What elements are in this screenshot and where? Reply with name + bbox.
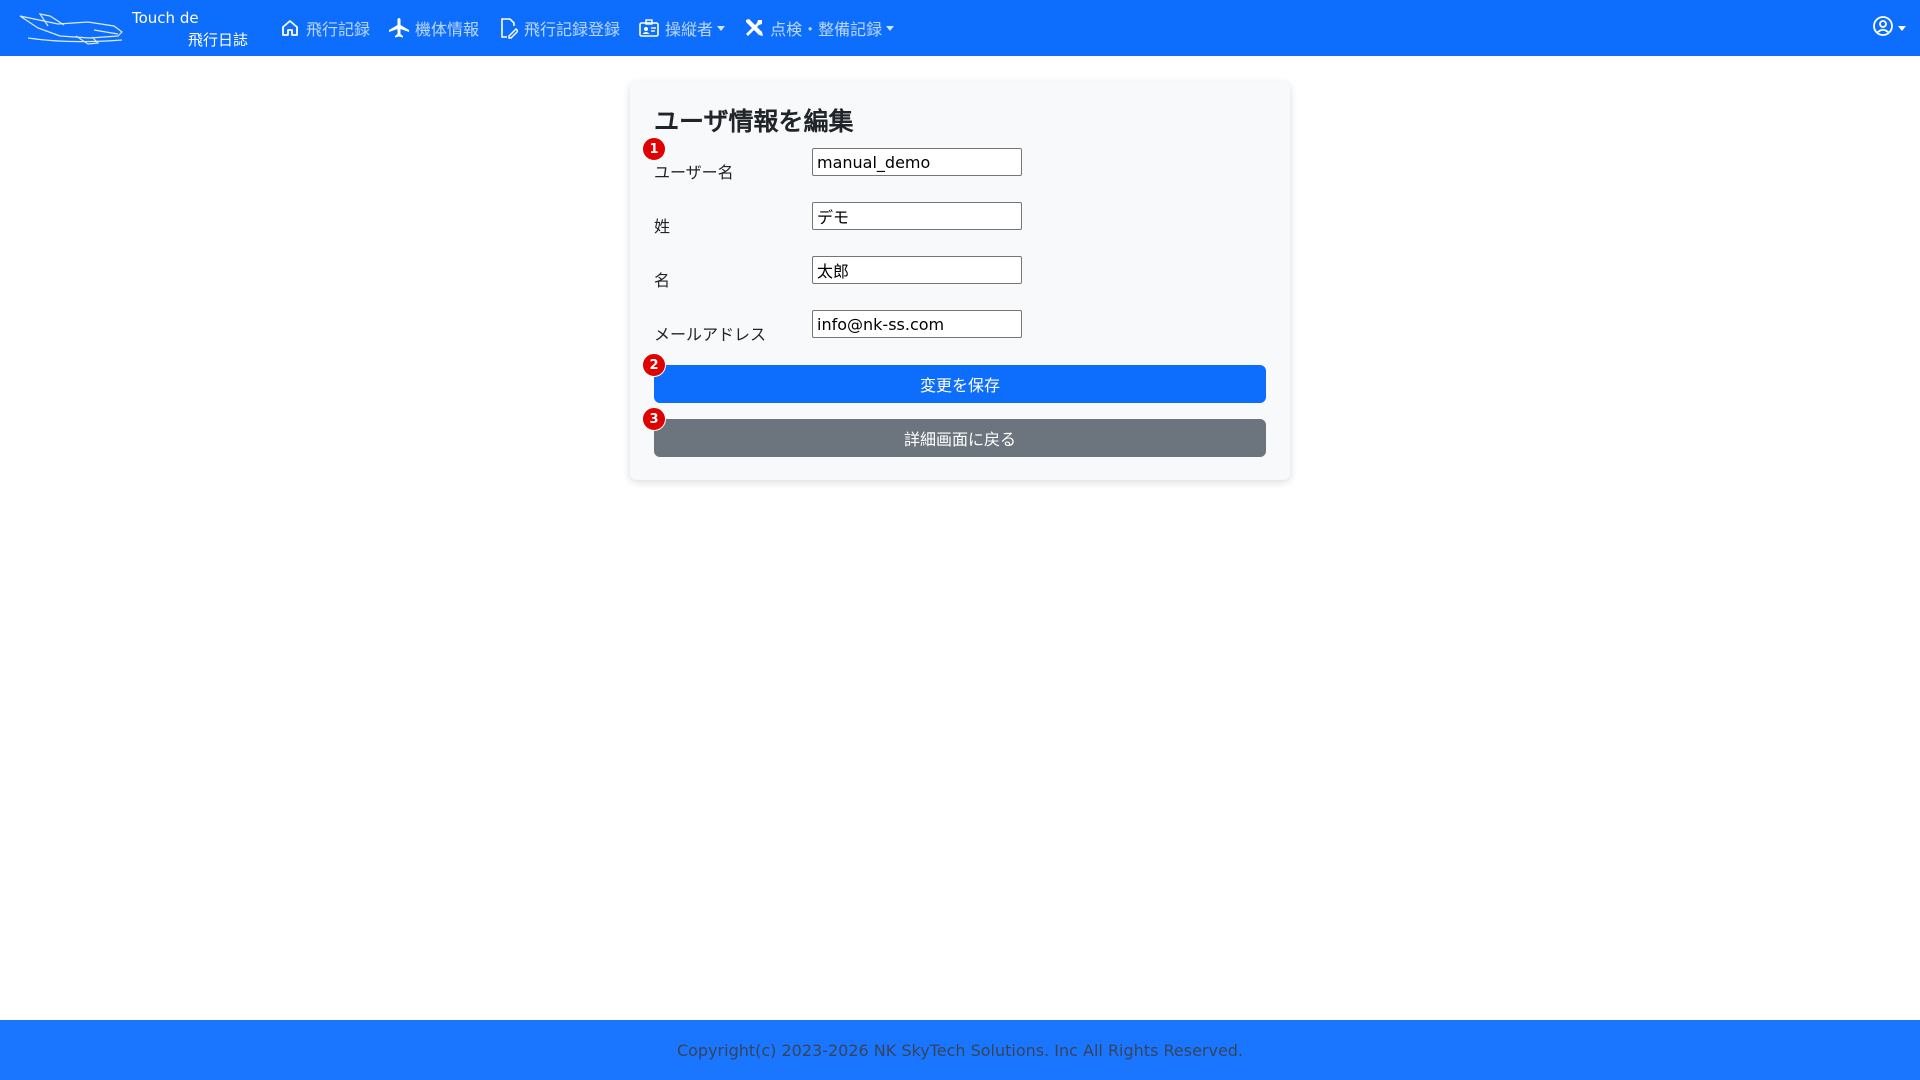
form-row-username: ユーザー名 <box>654 148 1266 182</box>
username-input[interactable] <box>812 148 1022 176</box>
airplane-logo-icon <box>19 13 123 45</box>
nav-item-label: 飛行記録 <box>306 20 371 39</box>
save-changes-button[interactable]: 変更を保存 <box>654 365 1266 403</box>
username-label: ユーザー名 <box>654 163 734 182</box>
nav-item-flight-record-register[interactable]: 飛行記録登録 <box>488 0 629 56</box>
first-name-label: 名 <box>654 271 671 290</box>
nav-item-flight-records[interactable]: 飛行記録 <box>270 0 379 56</box>
back-to-details-button[interactable]: 詳細画面に戻る <box>654 419 1266 457</box>
user-circle-icon <box>1872 15 1894 41</box>
form-row-last-name: 姓 <box>654 202 1266 236</box>
annotation-badge-1: 1 <box>642 137 666 161</box>
nav-item-label: 点検・整備記録 <box>770 20 883 39</box>
last-name-label: 姓 <box>654 217 671 236</box>
chevron-down-icon <box>886 25 895 31</box>
email-label: メールアドレス <box>654 325 767 344</box>
email-input[interactable] <box>812 310 1022 338</box>
brand-logo[interactable]: Touch de 飛行日誌 <box>18 6 248 50</box>
nav-item-pilots-dropdown[interactable]: 操縦者 <box>629 0 734 56</box>
nav-item-label: 飛行記録登録 <box>524 20 621 39</box>
nav-item-label: 操縦者 <box>665 20 714 39</box>
annotation-badge-3: 3 <box>642 407 666 431</box>
annotation-badge-2: 2 <box>642 353 666 377</box>
page-title: ユーザ情報を編集 <box>654 107 854 136</box>
last-name-input[interactable] <box>812 202 1022 230</box>
edit-document-icon <box>497 17 519 39</box>
id-card-icon <box>638 17 660 39</box>
nav-item-label: 機体情報 <box>415 20 480 39</box>
edit-user-card: ユーザ情報を編集 ユーザー名 姓 名 メールアドレス 変更を保存 詳細画面に戻る… <box>630 82 1290 480</box>
chevron-down-icon <box>1898 25 1906 31</box>
nav-item-aircraft-info[interactable]: 機体情報 <box>379 0 488 56</box>
user-menu-dropdown[interactable] <box>1872 0 1906 56</box>
brand-title-line2: 飛行日誌 <box>188 31 249 49</box>
form-row-first-name: 名 <box>654 256 1266 290</box>
airplane-icon <box>388 17 410 39</box>
footer: Copyright(c) 2023-2026 NK SkyTech Soluti… <box>0 1020 1920 1080</box>
form-row-email: メールアドレス <box>654 310 1266 344</box>
copyright-text: Copyright(c) 2023-2026 NK SkyTech Soluti… <box>676 1040 1244 1060</box>
brand-title-line1: Touch de <box>132 9 199 27</box>
home-icon <box>279 17 301 39</box>
tools-icon <box>743 17 765 39</box>
first-name-input[interactable] <box>812 256 1022 284</box>
top-navbar: Touch de 飛行日誌 飛行記録 機体情報 飛行記録登録 操縦者 点検・整備… <box>0 0 1920 56</box>
nav-links: 飛行記録 機体情報 飛行記録登録 操縦者 点検・整備記録 <box>270 0 903 56</box>
chevron-down-icon <box>717 25 726 31</box>
nav-item-maintenance-dropdown[interactable]: 点検・整備記録 <box>734 0 903 56</box>
